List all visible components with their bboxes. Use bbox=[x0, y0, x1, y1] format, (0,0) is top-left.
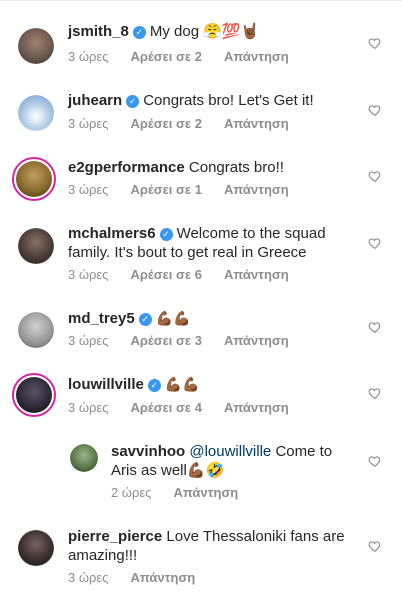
verified-badge-icon: ✓ bbox=[147, 379, 161, 392]
reply-button[interactable]: Απάντηση bbox=[130, 570, 195, 585]
timestamp: 3 ώρες bbox=[68, 267, 109, 282]
username[interactable]: juhearn bbox=[68, 92, 122, 109]
comment-meta: 3 ώρες Αρέσει σε 2 Απάντηση bbox=[68, 49, 311, 64]
avatar[interactable] bbox=[18, 312, 54, 348]
likes-count[interactable]: Αρέσει σε 3 bbox=[130, 333, 202, 348]
timestamp: 3 ώρες bbox=[68, 333, 109, 348]
avatar-image bbox=[18, 228, 54, 264]
heart-outline-icon[interactable] bbox=[368, 36, 382, 50]
comment-meta: 3 ώρες Αρέσει σε 3 Απάντηση bbox=[68, 333, 311, 348]
heart-outline-icon[interactable] bbox=[368, 103, 382, 117]
heart-outline-icon[interactable] bbox=[368, 386, 382, 400]
comment-text-block: mchalmers6 ✓ Welcome to the squad family. … bbox=[68, 224, 358, 262]
avatar-image bbox=[16, 377, 52, 413]
verified-badge-icon: ✓ bbox=[159, 228, 173, 241]
avatar[interactable] bbox=[18, 530, 54, 566]
username[interactable]: e2gperformance bbox=[68, 159, 185, 176]
reply-button[interactable]: Απάντηση bbox=[224, 182, 289, 197]
timestamp: 3 ώρες bbox=[68, 182, 109, 197]
reply-button[interactable]: Απάντηση bbox=[224, 267, 289, 282]
comment-text-block: e2gperformance Congrats bro!! bbox=[68, 158, 358, 177]
comment-meta: 3 ώρες Αρέσει σε 4 Απάντηση bbox=[68, 400, 311, 415]
comment-text-block: jsmith_8 ✓ My dog 😤💯🤘🏾 bbox=[68, 22, 358, 41]
heart-outline-icon[interactable] bbox=[368, 236, 382, 250]
timestamp: 3 ώρες bbox=[68, 570, 109, 585]
avatar-image bbox=[18, 28, 54, 64]
avatar-image bbox=[70, 444, 98, 472]
reply-button[interactable]: Απάντηση bbox=[173, 485, 238, 500]
likes-count[interactable]: Αρέσει σε 1 bbox=[130, 182, 202, 197]
verified-badge-icon: ✓ bbox=[126, 95, 140, 108]
heart-outline-icon[interactable] bbox=[368, 454, 382, 468]
comment-text: Congrats bro! Let's Get it! bbox=[143, 92, 314, 109]
avatar-image bbox=[18, 312, 54, 348]
avatar-story-ring[interactable] bbox=[12, 157, 56, 201]
verified-badge-icon: ✓ bbox=[138, 313, 152, 326]
avatar[interactable] bbox=[18, 95, 54, 131]
username[interactable]: louwillville bbox=[68, 376, 144, 393]
likes-count[interactable]: Αρέσει σε 2 bbox=[130, 116, 202, 131]
reply-button[interactable]: Απάντηση bbox=[224, 49, 289, 64]
username[interactable]: mchalmers6 bbox=[68, 225, 156, 242]
timestamp: 3 ώρες bbox=[68, 49, 109, 64]
username[interactable]: pierre_pierce bbox=[68, 528, 162, 545]
avatar[interactable] bbox=[70, 444, 98, 472]
avatar-image bbox=[16, 161, 52, 197]
mention-link[interactable]: @louwillville bbox=[189, 443, 271, 460]
likes-count[interactable]: Αρέσει σε 2 bbox=[130, 49, 202, 64]
comment-text-block: juhearn ✓ Congrats bro! Let's Get it! bbox=[68, 91, 358, 110]
username[interactable]: jsmith_8 bbox=[68, 23, 129, 40]
username[interactable]: md_trey5 bbox=[68, 310, 135, 327]
heart-outline-icon[interactable] bbox=[368, 539, 382, 553]
avatar[interactable] bbox=[18, 28, 54, 64]
comment-text-block: pierre_pierce Love Thessaloniki fans are… bbox=[68, 527, 358, 565]
comment-meta: 2 ώρες Απάντηση bbox=[111, 485, 260, 500]
username[interactable]: savvinhoo bbox=[111, 443, 185, 460]
heart-outline-icon[interactable] bbox=[368, 169, 382, 183]
comment-text-block: savvinhoo @louwillville Come to Aris as … bbox=[111, 442, 358, 480]
reply-button[interactable]: Απάντηση bbox=[224, 333, 289, 348]
verified-badge-icon: ✓ bbox=[132, 26, 146, 39]
timestamp: 2 ώρες bbox=[111, 485, 152, 500]
comment-text: Congrats bro!! bbox=[188, 159, 284, 176]
comment-text-block: md_trey5 ✓ 💪🏾💪🏾 bbox=[68, 309, 358, 329]
avatar[interactable] bbox=[18, 228, 54, 264]
avatar-story-ring[interactable] bbox=[12, 373, 56, 417]
timestamp: 3 ώρες bbox=[68, 400, 109, 415]
top-divider bbox=[0, 0, 402, 1]
avatar-image bbox=[18, 530, 54, 566]
comment-meta: 3 ώρες Απάντηση bbox=[68, 570, 217, 585]
likes-count[interactable]: Αρέσει σε 4 bbox=[130, 400, 202, 415]
reply-button[interactable]: Απάντηση bbox=[224, 116, 289, 131]
comment-meta: 3 ώρες Αρέσει σε 2 Απάντηση bbox=[68, 116, 311, 131]
heart-outline-icon[interactable] bbox=[368, 320, 382, 334]
comment-meta: 3 ώρες Αρέσει σε 6 Απάντηση bbox=[68, 267, 311, 282]
comment-text: 💪🏾💪🏾 bbox=[155, 311, 191, 327]
comment-text: 💪🏾💪🏾 bbox=[164, 377, 200, 393]
reply-button[interactable]: Απάντηση bbox=[224, 400, 289, 415]
comment-text: My dog 😤💯🤘🏾 bbox=[149, 23, 260, 40]
avatar-image bbox=[18, 95, 54, 131]
timestamp: 3 ώρες bbox=[68, 116, 109, 131]
comment-text-block: louwillville ✓ 💪🏾💪🏾 bbox=[68, 375, 358, 395]
comment-meta: 3 ώρες Αρέσει σε 1 Απάντηση bbox=[68, 182, 311, 197]
likes-count[interactable]: Αρέσει σε 6 bbox=[130, 267, 202, 282]
